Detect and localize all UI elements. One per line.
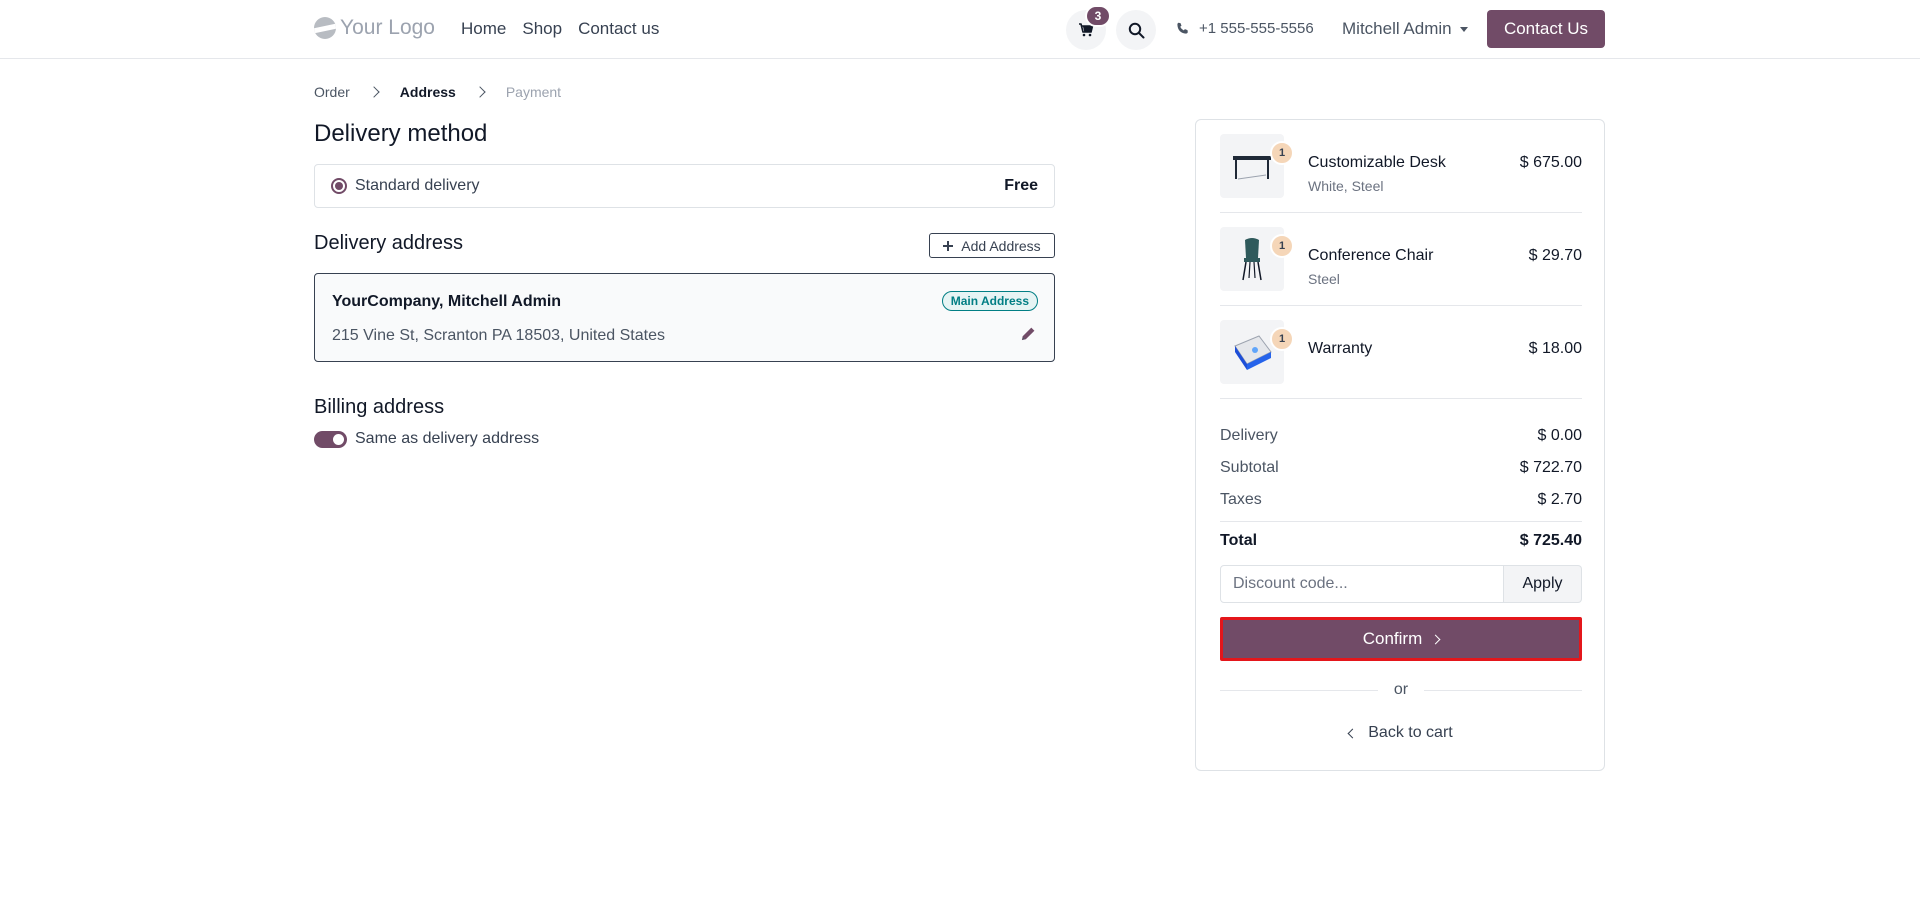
address-line: 215 Vine St, Scranton PA 18503, United S… (332, 327, 665, 344)
nav-contact-us[interactable]: Contact us (578, 19, 659, 39)
quantity-badge: 1 (1270, 141, 1294, 165)
add-address-button[interactable]: Add Address (929, 233, 1055, 258)
user-name: Mitchell Admin (1342, 19, 1452, 38)
back-to-cart-label: Back to cart (1368, 724, 1453, 741)
logo-icon (314, 17, 336, 39)
discount-form: Apply (1220, 565, 1582, 603)
delivery-label: Delivery (1220, 427, 1278, 444)
subtotal-value: $ 722.70 (1519, 459, 1582, 476)
logo-text: Your Logo (340, 16, 435, 39)
product-price: $ 29.70 (1528, 247, 1582, 264)
main-address-badge: Main Address (941, 291, 1038, 311)
contact-us-button[interactable]: Contact Us (1487, 10, 1605, 48)
product-price: $ 675.00 (1519, 154, 1582, 171)
cart-count-badge: 3 (1085, 5, 1111, 27)
billing-address-title: Billing address (314, 396, 445, 418)
chevron-right-icon (474, 86, 486, 98)
breadcrumb-order[interactable]: Order (314, 84, 350, 100)
cart-line: 1 Customizable Desk White, Steel $ 675.0… (1220, 120, 1582, 213)
site-header: Your Logo Home Shop Contact us (0, 0, 1920, 59)
cart-line: 1 Conference Chair Steel $ 29.70 (1220, 213, 1582, 306)
product-name[interactable]: Conference Chair (1308, 247, 1433, 265)
address-name: YourCompany, Mitchell Admin (332, 293, 562, 310)
plus-icon (943, 240, 954, 251)
taxes-label: Taxes (1220, 491, 1262, 508)
cart-line: 1 Warranty $ 18.00 (1220, 306, 1582, 399)
taxes-row: Taxes $ 2.70 (1220, 491, 1582, 509)
delivery-address-card[interactable]: YourCompany, Mitchell Admin 215 Vine St,… (314, 273, 1055, 362)
discount-code-input[interactable] (1220, 565, 1504, 603)
chevron-left-icon (1347, 728, 1358, 738)
taxes-value: $ 2.70 (1537, 491, 1582, 508)
delivery-row: Delivery $ 0.00 (1220, 427, 1582, 445)
chevron-right-icon (368, 86, 380, 98)
phone-number: +1 555-555-5556 (1199, 20, 1314, 37)
confirm-label: Confirm (1362, 629, 1423, 648)
delivery-address-title: Delivery address (314, 232, 463, 254)
search-button[interactable] (1116, 10, 1156, 50)
product-price: $ 18.00 (1528, 340, 1582, 357)
phone-icon (1177, 22, 1188, 34)
caret-down-icon (1459, 26, 1468, 32)
total-label: Total (1220, 532, 1258, 549)
total-divider (1220, 521, 1582, 522)
or-divider: or (1220, 681, 1583, 699)
product-name[interactable]: Warranty (1308, 340, 1372, 358)
same-address-toggle-row: Same as delivery address (314, 430, 539, 448)
main-nav: Home Shop Contact us (461, 19, 659, 39)
nav-home[interactable]: Home (461, 19, 506, 39)
product-name[interactable]: Customizable Desk (1308, 154, 1446, 172)
nav-shop[interactable]: Shop (522, 19, 562, 39)
delivery-option-label: Standard delivery (355, 177, 480, 194)
back-to-cart-link[interactable]: Back to cart (1220, 724, 1582, 742)
site-logo[interactable]: Your Logo (314, 16, 435, 40)
product-variant: White, Steel (1308, 178, 1384, 194)
or-label: or (1393, 681, 1409, 698)
phone-link[interactable]: +1 555-555-5556 (1176, 20, 1314, 37)
total-value: $ 725.40 (1519, 532, 1582, 549)
add-address-label: Add Address (961, 237, 1041, 254)
confirm-button[interactable]: Confirm (1220, 617, 1582, 661)
pencil-icon[interactable] (1020, 326, 1036, 342)
total-row: Total $ 725.40 (1220, 532, 1582, 550)
delivery-radio[interactable] (331, 178, 347, 194)
product-variant: Steel (1308, 271, 1340, 287)
chevron-right-icon (1430, 634, 1441, 644)
breadcrumb-address: Address (399, 84, 456, 100)
delivery-method-title: Delivery method (314, 120, 488, 147)
quantity-badge: 1 (1270, 327, 1294, 351)
checkout-breadcrumb: Order Address Payment (314, 84, 561, 100)
delivery-method-option[interactable]: Standard delivery Free (314, 164, 1055, 208)
subtotal-row: Subtotal $ 722.70 (1220, 459, 1582, 477)
search-icon (1128, 22, 1144, 38)
breadcrumb-payment: Payment (505, 84, 562, 100)
subtotal-label: Subtotal (1220, 459, 1279, 476)
same-as-delivery-label: Same as delivery address (355, 430, 540, 447)
delivery-value: $ 0.00 (1537, 427, 1582, 444)
delivery-option-price: Free (1004, 177, 1038, 194)
user-menu[interactable]: Mitchell Admin (1342, 19, 1468, 39)
same-as-delivery-toggle[interactable] (314, 430, 347, 448)
quantity-badge: 1 (1270, 234, 1294, 258)
apply-discount-button[interactable]: Apply (1504, 565, 1582, 603)
order-summary: 1 Customizable Desk White, Steel $ 675.0… (1195, 119, 1605, 771)
